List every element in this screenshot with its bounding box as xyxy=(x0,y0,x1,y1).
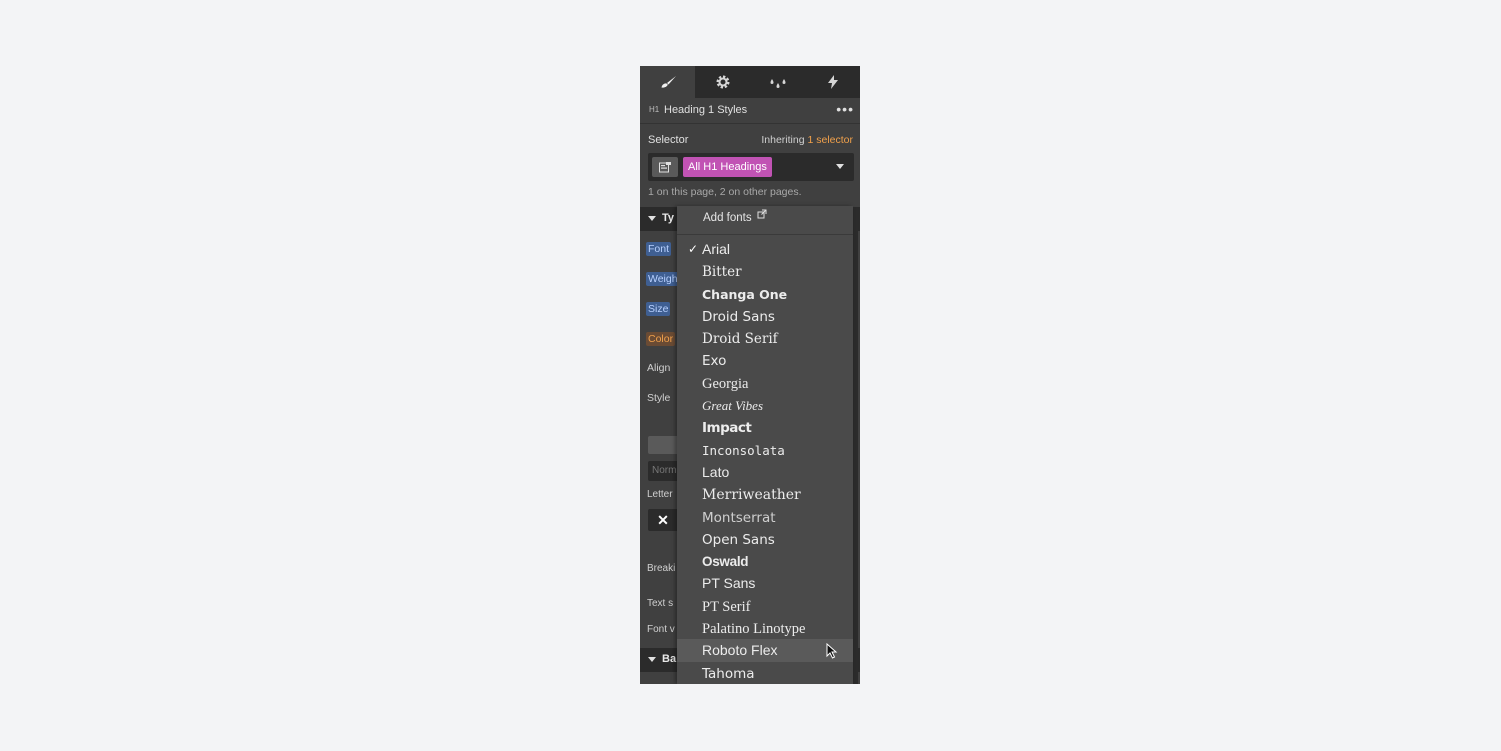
font-option-label: Arial xyxy=(702,241,731,257)
h1-tag-icon: H1 xyxy=(649,105,660,114)
size-property-label[interactable]: Size xyxy=(646,302,671,316)
font-option-inconsolata[interactable]: Inconsolata xyxy=(677,439,853,461)
font-option-label: Changa One xyxy=(702,286,788,302)
font-option-impact[interactable]: Impact xyxy=(677,416,853,438)
font-option-label: Droid Serif xyxy=(702,331,778,348)
checkmark-icon: ✓ xyxy=(688,242,699,256)
font-option-label: Lato xyxy=(702,463,730,480)
settings-tab[interactable] xyxy=(695,66,750,98)
font-option-label: Montserrat xyxy=(702,509,776,526)
font-option-label: Droid Sans xyxy=(702,308,775,325)
font-option-label: Tahoma xyxy=(702,665,755,682)
chevron-down-icon[interactable] xyxy=(836,164,844,169)
weight-property-label[interactable]: Weigh xyxy=(646,272,680,286)
add-fonts-link[interactable]: Add fonts xyxy=(677,206,853,235)
font-option-label: Inconsolata xyxy=(702,442,785,458)
font-option-label: Open Sans xyxy=(702,531,775,548)
style-panel: H1 Heading 1 Styles ••• Selector Inherit… xyxy=(640,66,860,684)
font-option-georgia[interactable]: Georgia xyxy=(677,372,853,394)
breaking-label[interactable]: Breaki xyxy=(647,563,675,574)
font-option-merriweather[interactable]: Merriweather xyxy=(677,483,853,505)
gear-icon xyxy=(715,74,731,90)
font-option-pt-serif[interactable]: PT Serif xyxy=(677,595,853,617)
font-option-label: Palatino Linotype xyxy=(702,621,806,638)
font-option-droid-sans[interactable]: Droid Sans xyxy=(677,305,853,327)
font-option-palatino-linotype[interactable]: Palatino Linotype xyxy=(677,617,853,639)
more-options-icon[interactable]: ••• xyxy=(836,101,854,117)
font-option-label: Impact xyxy=(702,420,752,437)
font-option-label: Merriweather xyxy=(702,487,801,504)
selector-label: Selector xyxy=(648,134,689,146)
inheriting-info: Inheriting 1 selector xyxy=(761,134,853,146)
font-option-label: Georgia xyxy=(702,375,749,392)
caret-down-icon xyxy=(648,657,656,662)
font-option-label: Bitter xyxy=(702,264,742,281)
font-dropdown: Add fonts ✓ Arial Bitter Changa One Droid Sa… xyxy=(677,206,853,684)
section-label: Ty xyxy=(662,212,675,224)
interactions-tab[interactable] xyxy=(805,66,860,98)
font-option-label: Oswald xyxy=(702,554,749,570)
mouse-cursor-icon xyxy=(826,642,838,664)
font-option-label: Exo xyxy=(702,353,727,370)
font-option-pt-sans[interactable]: PT Sans xyxy=(677,572,853,594)
font-option-bitter[interactable]: Bitter xyxy=(677,260,853,282)
normal-placeholder: Norm xyxy=(652,465,677,476)
add-fonts-label: Add fonts xyxy=(703,212,752,224)
close-icon[interactable]: ✕ xyxy=(648,509,678,531)
font-property-label[interactable]: Font xyxy=(646,242,672,256)
font-option-droid-serif[interactable]: Droid Serif xyxy=(677,327,853,349)
caret-down-icon xyxy=(648,216,656,221)
align-property-label[interactable]: Align xyxy=(647,362,670,374)
style-manager-tab[interactable] xyxy=(750,66,805,98)
panel-header: H1 Heading 1 Styles ••• xyxy=(640,98,860,124)
external-link-icon xyxy=(757,209,767,222)
font-option-label: PT Sans xyxy=(702,575,756,592)
font-option-great-vibes[interactable]: Great Vibes xyxy=(677,394,853,416)
color-property-label[interactable]: Color xyxy=(646,332,676,346)
font-option-label: Roboto Flex xyxy=(702,642,778,659)
letter-spacing-label[interactable]: Letter xyxy=(647,489,673,500)
selector-type-icon[interactable] xyxy=(652,157,678,177)
font-option-oswald[interactable]: Oswald xyxy=(677,550,853,572)
text-stroke-label[interactable]: Text s xyxy=(647,598,673,609)
selector-usage-note: 1 on this page, 2 on other pages. xyxy=(648,186,802,198)
font-option-label: PT Serif xyxy=(702,598,751,615)
font-option-arial[interactable]: ✓ Arial xyxy=(677,238,853,260)
font-variant-label[interactable]: Font v xyxy=(647,624,675,635)
panel-tabs xyxy=(640,66,860,98)
font-option-label: Great Vibes xyxy=(702,398,764,414)
font-option-open-sans[interactable]: Open Sans xyxy=(677,528,853,550)
panel-title: Heading 1 Styles xyxy=(664,104,748,116)
style-tab[interactable] xyxy=(640,66,695,98)
font-list: ✓ Arial Bitter Changa One Droid Sans Droid Se… xyxy=(677,238,853,684)
inheriting-link[interactable]: 1 selector xyxy=(807,134,853,146)
droplets-icon xyxy=(769,75,787,89)
brush-icon xyxy=(659,75,677,89)
selector-field[interactable]: All H1 Headings xyxy=(648,153,854,181)
style-property-label[interactable]: Style xyxy=(647,392,670,404)
selector-chip[interactable]: All H1 Headings xyxy=(683,157,772,177)
section-label: Ba xyxy=(662,653,677,665)
font-option-montserrat[interactable]: Montserrat xyxy=(677,506,853,528)
lightning-icon xyxy=(827,75,839,89)
font-option-changa-one[interactable]: Changa One xyxy=(677,283,853,305)
font-option-exo[interactable]: Exo xyxy=(677,349,853,371)
inheriting-text: Inheriting xyxy=(761,134,808,146)
font-option-tahoma[interactable]: Tahoma xyxy=(677,662,853,684)
font-option-lato[interactable]: Lato xyxy=(677,461,853,483)
panel-scrollbar[interactable] xyxy=(853,231,858,684)
